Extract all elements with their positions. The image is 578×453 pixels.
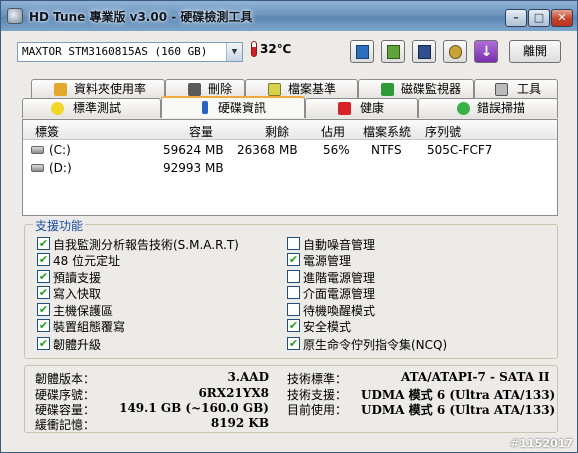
partition-list[interactable]: 標簽 容量 剩餘 佔用 檔案系統 序列號 (C:) 59624 MB 26368… — [22, 119, 558, 216]
drive-select-value: MAXTOR STM3160815AS (160 GB) — [22, 45, 208, 58]
info-icon — [202, 101, 208, 114]
partition-free: 26368 MB — [237, 143, 298, 157]
cache-value: 8192 KB — [210, 416, 269, 430]
save-button[interactable] — [412, 40, 436, 63]
cache-label: 緩衝記憶： — [35, 418, 96, 432]
copy-icon — [356, 45, 369, 59]
checkbox: ✔ — [287, 253, 300, 266]
copy-info-button[interactable] — [350, 40, 374, 63]
partition-capacity: 59624 MB — [163, 143, 224, 157]
column-header-used[interactable]: 佔用 — [321, 123, 345, 140]
checkbox: ✔ — [37, 319, 50, 332]
tab-folder-usage[interactable]: 資料夾使用率 — [31, 79, 165, 99]
trash-icon — [188, 83, 201, 96]
serial-label: 硬碟序號： — [35, 388, 96, 402]
table-row[interactable]: (C:) 59624 MB 26368 MB 56% NTFS 505C-FCF… — [23, 142, 557, 159]
partition-used: 56% — [323, 143, 350, 157]
down-arrow-button[interactable]: ↓ — [474, 40, 498, 63]
hdtune-window: HD Tune 專業版 v3.00 - 硬碟檢測工具 – □ ✕ MAXTOR … — [0, 0, 578, 453]
speaker-icon — [495, 83, 508, 96]
column-header-free[interactable]: 剩餘 — [265, 123, 289, 140]
file-benchmark-icon — [268, 83, 281, 96]
magnifier-icon — [457, 102, 470, 115]
drive-icon — [31, 164, 44, 172]
partition-label: (C:) — [49, 143, 71, 157]
chart-icon — [381, 83, 394, 96]
checkbox: ✔ — [287, 319, 300, 332]
tab-tools[interactable]: 工具 — [474, 79, 558, 99]
health-cross-icon — [338, 102, 351, 115]
chevron-down-icon[interactable]: ▼ — [226, 43, 242, 61]
drive-icon — [31, 146, 44, 154]
checkbox: ✔ — [37, 303, 50, 316]
tab-benchmark[interactable]: 標準測試 — [22, 98, 161, 118]
column-header-capacity[interactable]: 容量 — [189, 123, 213, 140]
folder-icon — [54, 83, 67, 96]
partition-filesystem: NTFS — [371, 143, 402, 157]
checkbox — [287, 286, 300, 299]
support-label: 技術支援： — [287, 388, 348, 402]
options-icon — [449, 45, 462, 59]
tab-drive-info[interactable]: 硬碟資訊 — [161, 96, 305, 118]
current-mode-label: 目前使用： — [287, 403, 348, 417]
firmware-value: 3.AAD — [227, 370, 269, 384]
checkbox: ✔ — [37, 237, 50, 250]
checkbox — [287, 270, 300, 283]
checkbox — [287, 237, 300, 250]
firmware-label: 韌體版本： — [35, 372, 96, 386]
checkbox: ✔ — [37, 253, 50, 266]
temperature-value: 32℃ — [260, 42, 292, 56]
partition-capacity: 92993 MB — [163, 161, 224, 175]
app-icon — [7, 8, 23, 24]
toolbar: MAXTOR STM3160815AS (160 GB) ▼ 32℃ ↓ 離開 — [1, 31, 577, 75]
close-button[interactable]: ✕ — [551, 9, 573, 27]
temperature-readout: 32℃ — [251, 41, 291, 63]
copy-all-icon — [387, 45, 400, 59]
partition-list-header: 標簽 容量 剩餘 佔用 檔案系統 序列號 — [23, 120, 557, 140]
features-group: 支援功能 ✔ 自我監測分析報告技術(S.M.A.R.T) ✔ 48 位元定址 ✔ 預讀… — [24, 217, 558, 359]
checkbox: ✔ — [287, 337, 300, 350]
drive-select[interactable]: MAXTOR STM3160815AS (160 GB) ▼ — [17, 42, 243, 62]
watermark: #1152017 — [510, 437, 573, 450]
features-title: 支援功能 — [33, 217, 86, 234]
tab-health[interactable]: 健康 — [305, 98, 418, 118]
checkbox: ✔ — [37, 286, 50, 299]
serial-value: 6RX21YX8 — [198, 386, 269, 400]
tab-disk-monitor[interactable]: 磁碟監視器 — [358, 79, 474, 99]
copy-all-button[interactable] — [381, 40, 405, 63]
bulb-icon — [51, 102, 64, 115]
checkbox — [287, 303, 300, 316]
current-mode-value: UDMA 模式 6 (Ultra ATA/133) — [361, 403, 556, 417]
exit-button[interactable]: 離開 — [509, 40, 561, 63]
column-header-filesystem[interactable]: 檔案系統 — [363, 123, 411, 140]
partition-label: (D:) — [49, 161, 72, 175]
maximize-button[interactable]: □ — [528, 9, 550, 27]
tab-error-scan[interactable]: 錯誤掃描 — [418, 98, 558, 118]
column-header-serial[interactable]: 序列號 — [425, 123, 461, 140]
capacity-value: 149.1 GB (~160.0 GB) — [119, 401, 269, 415]
checkbox: ✔ — [37, 337, 50, 350]
support-value: UDMA 模式 6 (Ultra ATA/133) — [361, 388, 556, 402]
title-bar[interactable]: HD Tune 專業版 v3.00 - 硬碟檢測工具 – □ ✕ — [1, 1, 577, 31]
partition-serial: 505C-FCF7 — [427, 143, 493, 157]
checkbox: ✔ — [37, 270, 50, 283]
floppy-disk-icon — [418, 45, 431, 59]
standard-value: ATA/ATAPI-7 - SATA II — [401, 370, 550, 384]
minimize-button[interactable]: – — [505, 9, 527, 27]
down-arrow-icon: ↓ — [480, 44, 493, 60]
window-title: HD Tune 專業版 v3.00 - 硬碟檢測工具 — [29, 10, 253, 24]
capacity-label: 硬碟容量： — [35, 403, 96, 417]
details-group: 韌體版本： 3.AAD 硬碟序號： 6RX21YX8 硬碟容量： 149.1 G… — [24, 365, 558, 433]
thermometer-icon — [251, 41, 257, 57]
standard-label: 技術標準： — [287, 372, 348, 386]
column-header-label[interactable]: 標簽 — [35, 123, 59, 140]
table-row[interactable]: (D:) 92993 MB — [23, 160, 557, 177]
options-button[interactable] — [443, 40, 467, 63]
